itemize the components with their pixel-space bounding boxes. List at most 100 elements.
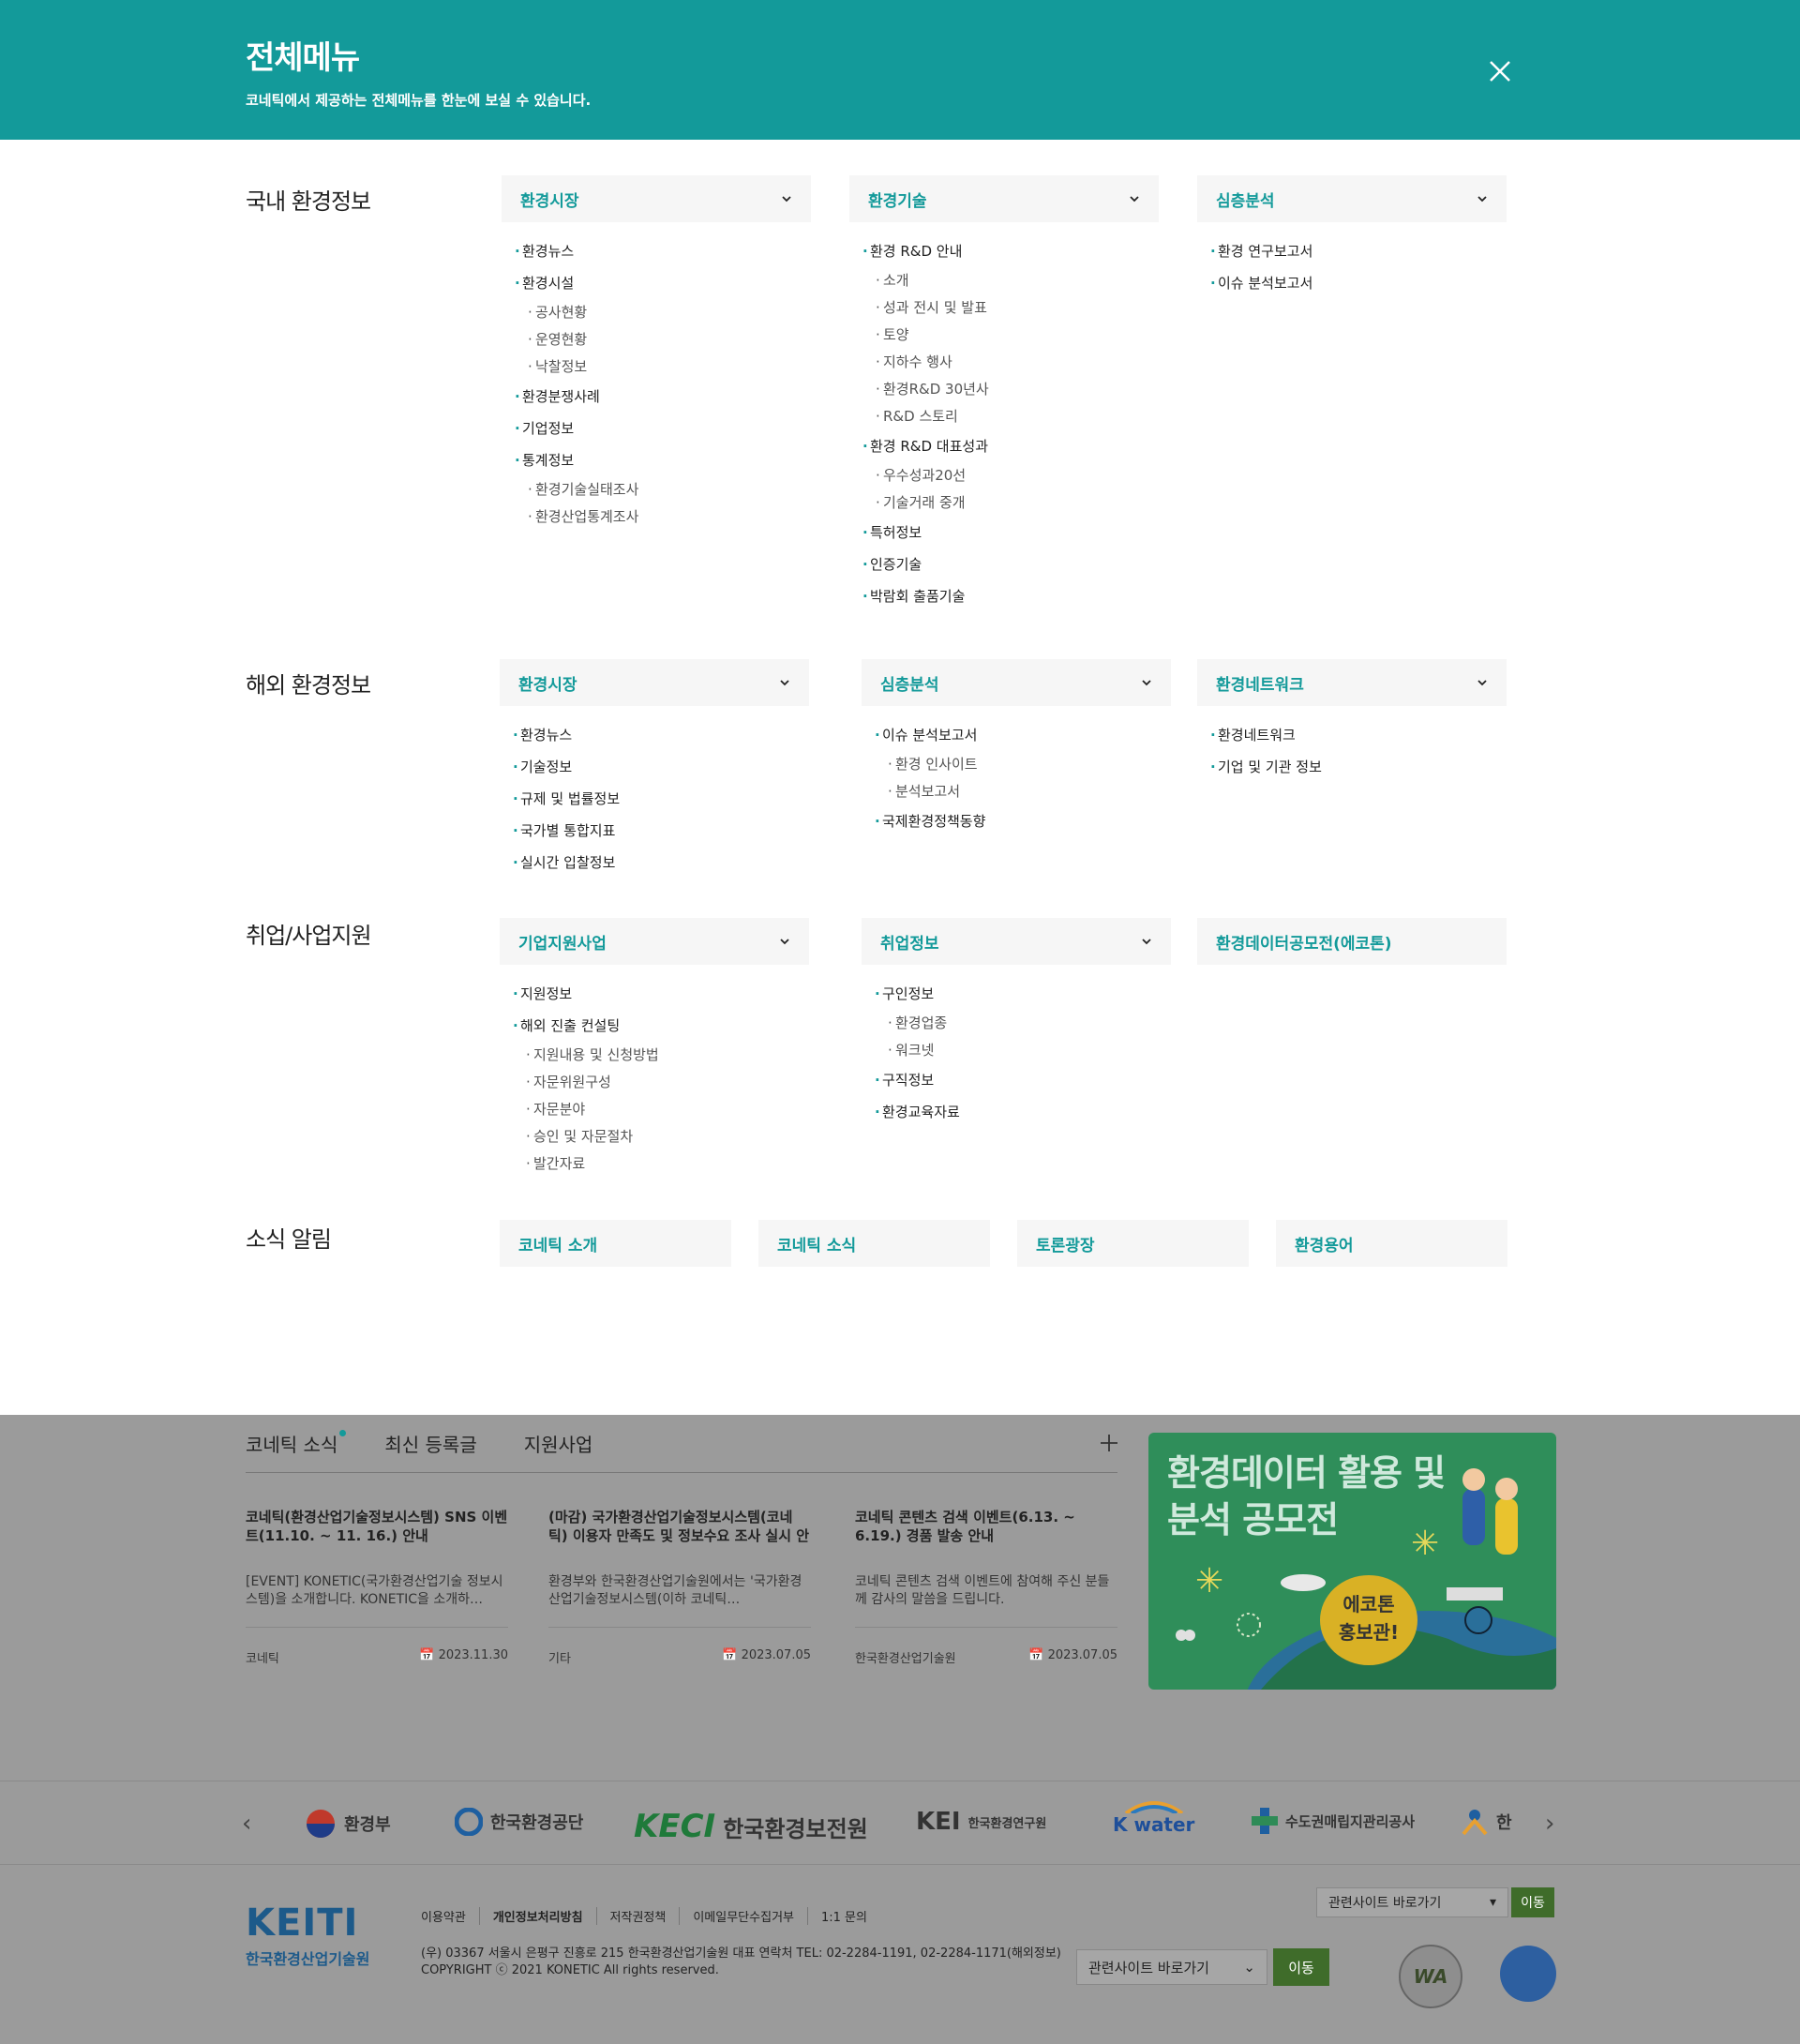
menu-item[interactable]: 환경 연구보고서 [1197, 235, 1507, 267]
chevron-left-icon[interactable]: ‹ [242, 1810, 251, 1838]
footer-link-copyright[interactable]: 저작권정책 [595, 1907, 680, 1925]
menu-item[interactable]: 이슈 분석보고서 [1197, 267, 1507, 299]
category-header[interactable]: 환경시장 [500, 659, 809, 706]
menu-item[interactable]: 기업 및 기관 정보 [1197, 751, 1507, 783]
submenu-item[interactable]: 자문분야 [500, 1096, 809, 1123]
category-job-info: 취업정보 구인정보환경업종워크넷구직정보환경교육자료 [862, 918, 1171, 1128]
menu-item[interactable]: 국가별 통합지표 [500, 815, 809, 847]
category-header[interactable]: 심층분석 [862, 659, 1171, 706]
submenu-item[interactable]: 우수성과20선 [849, 462, 1159, 489]
tab-latest[interactable]: 최신 등록글 [384, 1430, 476, 1457]
category-label: 취업정보 [880, 934, 939, 954]
related-site-select[interactable]: 관련사이트 바로가기 ⌄ [1076, 1949, 1268, 1985]
submenu-item[interactable]: 환경업종 [862, 1010, 1171, 1037]
news-button-forum[interactable]: 토론광장 [1017, 1220, 1249, 1267]
partner-logo[interactable]: K water [1113, 1798, 1194, 1836]
news-button-glossary[interactable]: 환경용어 [1276, 1220, 1508, 1267]
certification-badge-icon [1500, 1946, 1556, 2002]
submenu-item[interactable]: 승인 및 자문절차 [500, 1123, 809, 1150]
submenu-item[interactable]: R&D 스토리 [849, 403, 1159, 430]
partner-logo[interactable]: 한국환경공단 [455, 1808, 583, 1836]
plus-icon[interactable] [1099, 1433, 1119, 1453]
menu-item[interactable]: 환경뉴스 [502, 235, 811, 267]
submenu-item[interactable]: 공사현황 [502, 299, 811, 326]
footer-link-inquiry[interactable]: 1:1 문의 [806, 1907, 880, 1925]
partner-logo[interactable]: 수도권매립지관리공사 [1252, 1808, 1415, 1834]
partner-logo[interactable]: KECI 한국환경보전원 [634, 1808, 868, 1845]
menu-item[interactable]: 환경분쟁사례 [502, 381, 811, 413]
menu-item[interactable]: 환경교육자료 [862, 1096, 1171, 1128]
submenu-item[interactable]: 환경 인사이트 [862, 751, 1171, 778]
submenu-item[interactable]: 환경기술실태조사 [502, 476, 811, 503]
news-button-news[interactable]: 코네틱 소식 [758, 1220, 990, 1267]
close-icon[interactable] [1483, 54, 1517, 88]
menu-item[interactable]: 박람회 출품기술 [849, 580, 1159, 612]
partner-logo[interactable]: 환경부 [305, 1808, 391, 1840]
menu-item[interactable]: 국제환경정책동향 [862, 805, 1171, 837]
submenu-item[interactable]: 분석보고서 [862, 778, 1171, 805]
tab-support[interactable]: 지원사업 [524, 1430, 593, 1457]
menu-item[interactable]: 구인정보 [862, 978, 1171, 1010]
footer-link-privacy[interactable]: 개인정보처리방침 [478, 1907, 596, 1925]
footer-link-terms[interactable]: 이용약관 [421, 1907, 479, 1925]
partner-logo[interactable]: 한 [1461, 1808, 1512, 1836]
partner-name: 수도권매립지관리공사 [1285, 1812, 1416, 1830]
category-header[interactable]: 환경기술 [849, 175, 1159, 222]
submenu-item[interactable]: 지원내용 및 신청방법 [500, 1042, 809, 1069]
category-header[interactable]: 환경데이터공모전(에코톤) [1197, 918, 1507, 965]
menu-item[interactable]: 규제 및 법률정보 [500, 783, 809, 815]
menu-item[interactable]: 환경 R&D 안내 [849, 235, 1159, 267]
menu-item[interactable]: 기술정보 [500, 751, 809, 783]
active-dot [339, 1430, 347, 1436]
news-card[interactable]: 코네틱 콘텐츠 검색 이벤트(6.13. ~ 6.19.) 경품 발송 안내 코… [855, 1508, 1118, 1666]
submenu-item[interactable]: 지하수 행사 [849, 349, 1159, 376]
go-button[interactable]: 이동 [1273, 1948, 1329, 1986]
submenu-item[interactable]: 환경산업통계조사 [502, 503, 811, 531]
chevron-right-icon[interactable]: › [1545, 1810, 1554, 1838]
news-card[interactable]: 코네틱(환경산업기술정보시스템) SNS 이벤트(11.10. ~ 11. 16… [246, 1508, 508, 1666]
category-header[interactable]: 취업정보 [862, 918, 1171, 965]
menu-item[interactable]: 통계정보 [502, 444, 811, 476]
menu-item[interactable]: 해외 진출 컨설팅 [500, 1010, 809, 1042]
submenu-item[interactable]: 기술거래 중개 [849, 489, 1159, 517]
submenu-item[interactable]: 소개 [849, 267, 1159, 294]
tab-label: 코네틱 소식 [246, 1434, 338, 1456]
menu-item[interactable]: 인증기술 [849, 549, 1159, 580]
menu-item[interactable]: 환경 R&D 대표성과 [849, 430, 1159, 462]
submenu-item[interactable]: 운영현황 [502, 326, 811, 353]
category-header[interactable]: 기업지원사업 [500, 918, 809, 965]
menu-item[interactable]: 환경네트워크 [1197, 719, 1507, 751]
category-header[interactable]: 환경시장 [502, 175, 811, 222]
submenu-item[interactable]: 낙찰정보 [502, 353, 811, 381]
related-site-select-top[interactable]: 관련사이트 바로가기 ▾ [1316, 1887, 1508, 1917]
category-header[interactable]: 환경네트워크 [1197, 659, 1507, 706]
submenu-item[interactable]: 자문위원구성 [500, 1069, 809, 1096]
chevron-down-icon [782, 196, 791, 203]
card-description: 환경부와 한국환경산업기술원에서는 '국가환경산업기술정보시스템(이하 코네틱… [548, 1574, 802, 1607]
keiti-logo[interactable]: KEITI 한국환경산업기술원 [246, 1901, 369, 1969]
menu-item[interactable]: 실시간 입찰정보 [500, 847, 809, 879]
menu-item[interactable]: 구직정보 [862, 1064, 1171, 1096]
submenu-item[interactable]: 토양 [849, 322, 1159, 349]
menu-item[interactable]: 기업정보 [502, 413, 811, 444]
news-button-intro[interactable]: 코네틱 소개 [500, 1220, 731, 1267]
menu-item[interactable]: 환경뉴스 [500, 719, 809, 751]
news-card[interactable]: (마감) 국가환경산업기술정보시스템(코네틱) 이용자 만족도 및 정보수요 조… [548, 1508, 811, 1666]
submenu-item[interactable]: 성과 전시 및 발표 [849, 294, 1159, 322]
tab-konetic-news[interactable]: 코네틱 소식 [246, 1430, 347, 1457]
partner-logo[interactable]: KEI 한국환경연구원 [916, 1808, 1046, 1836]
submenu-item[interactable]: 환경R&D 30년사 [849, 376, 1159, 403]
menu-item[interactable]: 특허정보 [849, 517, 1159, 549]
menu-item[interactable]: 환경시설 [502, 267, 811, 299]
menu-item[interactable]: 이슈 분석보고서 [862, 719, 1171, 751]
menu-list: 환경 R&D 안내소개성과 전시 및 발표토양지하수 행사환경R&D 30년사R… [849, 222, 1159, 612]
page-description: 코네틱에서 제공하는 전체메뉴를 한눈에 보실 수 있습니다. [246, 92, 592, 109]
card-author: 코네틱 [246, 1652, 279, 1666]
menu-item[interactable]: 지원정보 [500, 978, 809, 1010]
footer-link-email[interactable]: 이메일무단수집거부 [679, 1907, 807, 1925]
submenu-item[interactable]: 워크넷 [862, 1037, 1171, 1064]
category-header[interactable]: 심층분석 [1197, 175, 1507, 222]
submenu-item[interactable]: 발간자료 [500, 1150, 809, 1178]
ecothon-banner[interactable]: 환경데이터 활용 및 분석 공모전 ✳ ✳ 에코톤 홍보관! [1148, 1433, 1556, 1690]
go-button-top[interactable]: 이동 [1511, 1887, 1554, 1917]
